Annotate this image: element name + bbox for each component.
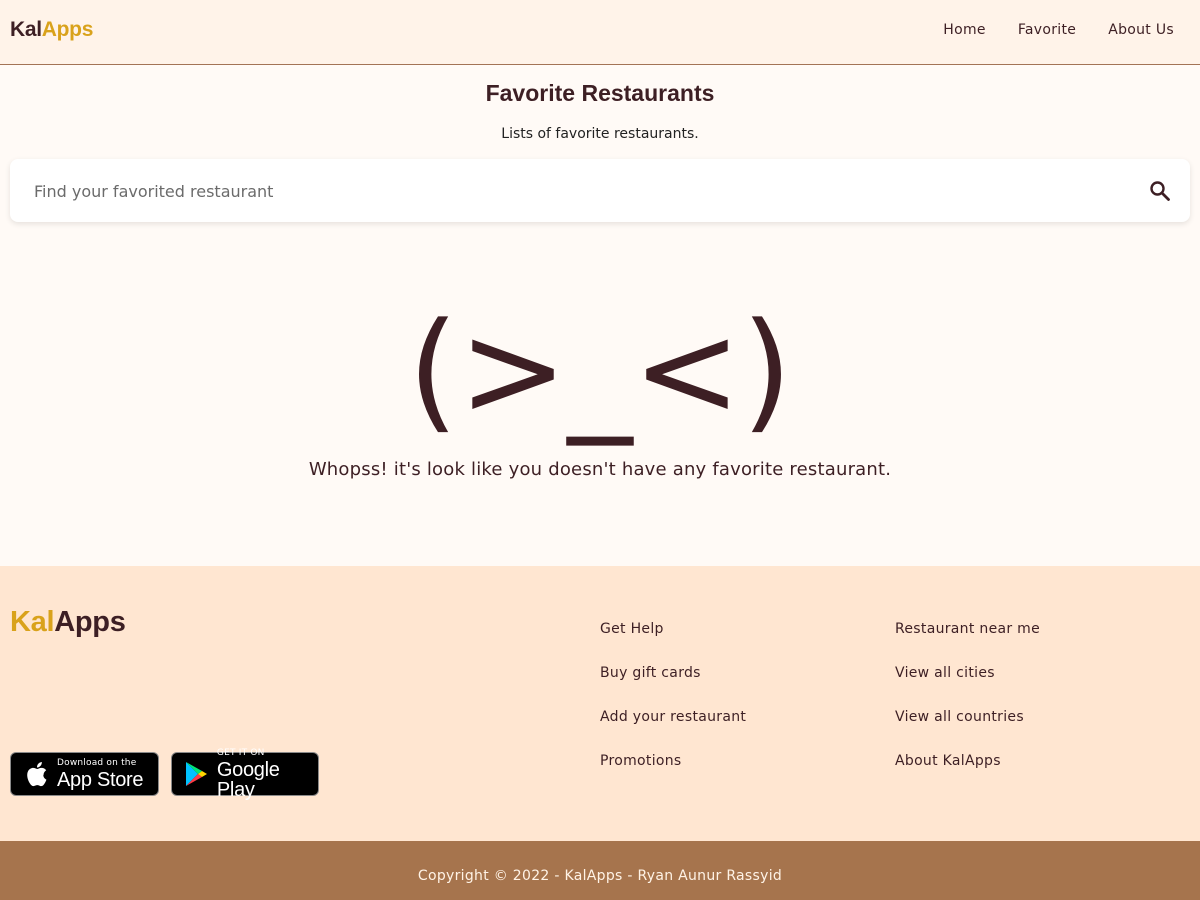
search-input[interactable] [34,175,1114,207]
search-button[interactable] [1146,177,1174,205]
footer-brand-logo: KalApps [10,606,126,639]
nav-link-home[interactable]: Home [943,22,986,38]
google-play-icon [184,760,209,788]
footer-link-promotions[interactable]: Promotions [600,753,746,797]
footer-brand-part1: Kal [10,606,55,638]
copyright-text: Copyright © 2022 - KalApps - Ryan Aunur … [417,868,783,884]
nav-link-favorite[interactable]: Favorite [1018,22,1076,38]
footer-link-view-all-countries[interactable]: View all countries [895,709,1040,753]
page-title: Favorite Restaurants [485,80,715,106]
search-bar [10,159,1190,222]
google-play-badge[interactable]: GET IT ON Google Play [171,748,319,800]
brand-logo[interactable]: KalApps [10,18,93,42]
footer-link-buy-gift-cards[interactable]: Buy gift cards [600,665,746,709]
site-footer: KalApps Download on the App Store GET IT… [0,566,1200,841]
footer-link-view-all-cities[interactable]: View all cities [895,665,1040,709]
main-nav: Home Favorite About Us [911,22,1174,38]
google-play-badge-text: GET IT ON Google Play [216,747,318,801]
footer-link-restaurant-near-me[interactable]: Restaurant near me [895,621,1040,665]
brand-logo-part2: Apps [41,18,94,41]
footer-links-column-1: Get Help Buy gift cards Add your restaur… [600,621,746,797]
page-subtitle: Lists of favorite restaurants. [501,126,699,142]
empty-state-message: Whopss! it's look like you doesn't have … [308,459,892,480]
app-store-small-text: Download on the [57,757,137,768]
google-play-big-text: Google Play [216,758,280,801]
copyright-bar: Copyright © 2022 - KalApps - Ryan Aunur … [0,841,1200,900]
apple-icon [23,760,49,788]
brand-logo-part1: Kal [10,18,42,41]
empty-state-emoticon: (>_<) [407,294,793,446]
top-navigation-bar: KalApps Home Favorite About Us [0,0,1200,65]
footer-brand-part2: Apps [54,606,126,638]
app-store-badge-text: Download on the App Store [57,757,144,791]
footer-link-get-help[interactable]: Get Help [600,621,746,665]
nav-link-about-us[interactable]: About Us [1108,22,1174,38]
google-play-small-text: GET IT ON [216,747,265,758]
footer-links-column-2: Restaurant near me View all cities View … [895,621,1040,797]
footer-link-add-your-restaurant[interactable]: Add your restaurant [600,709,746,753]
app-store-badge[interactable]: Download on the App Store [10,752,159,796]
footer-link-about-kalapps[interactable]: About KalApps [895,753,1040,797]
app-store-big-text: App Store [57,768,144,791]
search-icon [1150,181,1170,201]
